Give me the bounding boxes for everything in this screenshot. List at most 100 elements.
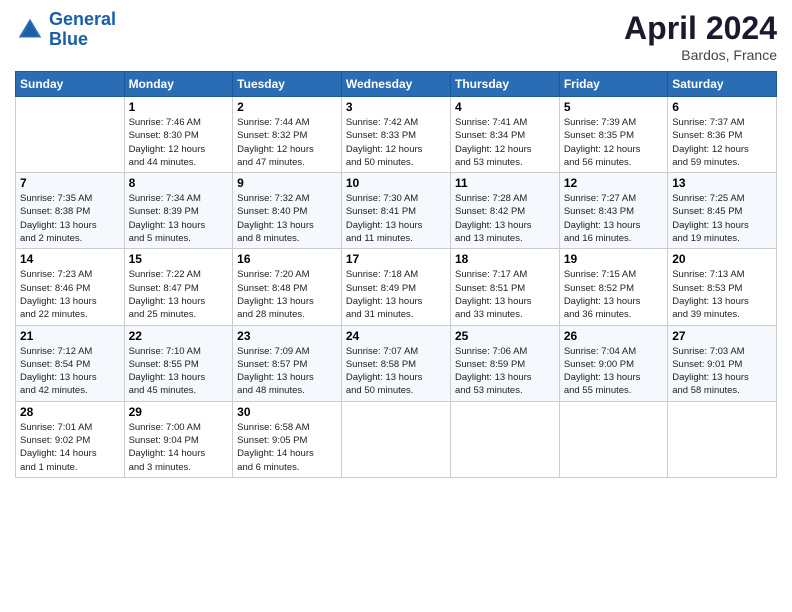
- calendar-cell: 17 Sunrise: 7:18 AM Sunset: 8:49 PM Dayli…: [341, 249, 450, 325]
- day-info: Sunrise: 7:30 AM Sunset: 8:41 PM Dayligh…: [346, 192, 446, 245]
- day-info: Sunrise: 7:18 AM Sunset: 8:49 PM Dayligh…: [346, 268, 446, 321]
- week-row-5: 28 Sunrise: 7:01 AM Sunset: 9:02 PM Dayli…: [16, 401, 777, 477]
- day-number: 12: [564, 176, 663, 190]
- logo: General Blue: [15, 10, 116, 50]
- logo-text: General Blue: [49, 10, 116, 50]
- calendar-cell: 5 Sunrise: 7:39 AM Sunset: 8:35 PM Daylig…: [559, 97, 667, 173]
- calendar-cell: 1Sunrise: 7:46 AM Sunset: 8:30 PM Daylig…: [124, 97, 233, 173]
- day-number: 6: [672, 100, 772, 114]
- calendar-cell: 12 Sunrise: 7:27 AM Sunset: 8:43 PM Dayli…: [559, 173, 667, 249]
- day-info: Sunrise: 7:10 AM Sunset: 8:55 PM Dayligh…: [129, 345, 229, 398]
- calendar-cell: 2 Sunrise: 7:44 AM Sunset: 8:32 PM Daylig…: [233, 97, 342, 173]
- day-number: 29: [129, 405, 229, 419]
- week-row-1: 1Sunrise: 7:46 AM Sunset: 8:30 PM Daylig…: [16, 97, 777, 173]
- day-number: 13: [672, 176, 772, 190]
- day-number: 22: [129, 329, 229, 343]
- calendar-cell: 21 Sunrise: 7:12 AM Sunset: 8:54 PM Dayli…: [16, 325, 125, 401]
- day-info: Sunrise: 7:28 AM Sunset: 8:42 PM Dayligh…: [455, 192, 555, 245]
- calendar-cell: 4Sunrise: 7:41 AM Sunset: 8:34 PM Daylig…: [450, 97, 559, 173]
- day-info: Sunrise: 7:01 AM Sunset: 9:02 PM Dayligh…: [20, 421, 120, 474]
- day-info: Sunrise: 7:23 AM Sunset: 8:46 PM Dayligh…: [20, 268, 120, 321]
- column-header-wednesday: Wednesday: [341, 72, 450, 97]
- calendar-table: SundayMondayTuesdayWednesdayThursdayFrid…: [15, 71, 777, 478]
- calendar-cell: 6Sunrise: 7:37 AM Sunset: 8:36 PM Daylig…: [668, 97, 777, 173]
- day-number: 5: [564, 100, 663, 114]
- calendar-cell: 27Sunrise: 7:03 AM Sunset: 9:01 PM Dayli…: [668, 325, 777, 401]
- day-number: 16: [237, 252, 337, 266]
- calendar-cell: 22 Sunrise: 7:10 AM Sunset: 8:55 PM Dayli…: [124, 325, 233, 401]
- month-title: April 2024: [624, 10, 777, 47]
- calendar-cell: 9 Sunrise: 7:32 AM Sunset: 8:40 PM Daylig…: [233, 173, 342, 249]
- day-info: Sunrise: 7:41 AM Sunset: 8:34 PM Dayligh…: [455, 116, 555, 169]
- day-info: Sunrise: 7:09 AM Sunset: 8:57 PM Dayligh…: [237, 345, 337, 398]
- calendar-cell: 15Sunrise: 7:22 AM Sunset: 8:47 PM Dayli…: [124, 249, 233, 325]
- calendar-cell: [341, 401, 450, 477]
- logo-line1: General: [49, 9, 116, 29]
- day-info: Sunrise: 7:06 AM Sunset: 8:59 PM Dayligh…: [455, 345, 555, 398]
- week-row-2: 7 Sunrise: 7:35 AM Sunset: 8:38 PM Daylig…: [16, 173, 777, 249]
- column-header-sunday: Sunday: [16, 72, 125, 97]
- day-number: 18: [455, 252, 555, 266]
- day-number: 24: [346, 329, 446, 343]
- title-block: April 2024 Bardos, France: [624, 10, 777, 63]
- day-number: 9: [237, 176, 337, 190]
- calendar-cell: 28 Sunrise: 7:01 AM Sunset: 9:02 PM Dayli…: [16, 401, 125, 477]
- calendar-cell: 10 Sunrise: 7:30 AM Sunset: 8:41 PM Dayli…: [341, 173, 450, 249]
- day-info: Sunrise: 7:35 AM Sunset: 8:38 PM Dayligh…: [20, 192, 120, 245]
- calendar-cell: 24 Sunrise: 7:07 AM Sunset: 8:58 PM Dayli…: [341, 325, 450, 401]
- day-number: 20: [672, 252, 772, 266]
- day-number: 10: [346, 176, 446, 190]
- day-info: Sunrise: 7:13 AM Sunset: 8:53 PM Dayligh…: [672, 268, 772, 321]
- day-info: Sunrise: 7:42 AM Sunset: 8:33 PM Dayligh…: [346, 116, 446, 169]
- day-number: 30: [237, 405, 337, 419]
- calendar-cell: 26 Sunrise: 7:04 AM Sunset: 9:00 PM Dayli…: [559, 325, 667, 401]
- day-number: 7: [20, 176, 120, 190]
- day-info: Sunrise: 7:00 AM Sunset: 9:04 PM Dayligh…: [129, 421, 229, 474]
- logo-icon: [15, 15, 45, 45]
- calendar-cell: [450, 401, 559, 477]
- day-info: Sunrise: 7:34 AM Sunset: 8:39 PM Dayligh…: [129, 192, 229, 245]
- calendar-cell: 16 Sunrise: 7:20 AM Sunset: 8:48 PM Dayli…: [233, 249, 342, 325]
- column-header-monday: Monday: [124, 72, 233, 97]
- calendar-cell: 7 Sunrise: 7:35 AM Sunset: 8:38 PM Daylig…: [16, 173, 125, 249]
- day-info: Sunrise: 7:44 AM Sunset: 8:32 PM Dayligh…: [237, 116, 337, 169]
- day-number: 2: [237, 100, 337, 114]
- column-header-thursday: Thursday: [450, 72, 559, 97]
- day-number: 1: [129, 100, 229, 114]
- page-header: General Blue April 2024 Bardos, France: [15, 10, 777, 63]
- calendar-cell: 20 Sunrise: 7:13 AM Sunset: 8:53 PM Dayli…: [668, 249, 777, 325]
- day-number: 28: [20, 405, 120, 419]
- day-info: Sunrise: 7:04 AM Sunset: 9:00 PM Dayligh…: [564, 345, 663, 398]
- day-info: Sunrise: 7:20 AM Sunset: 8:48 PM Dayligh…: [237, 268, 337, 321]
- day-number: 23: [237, 329, 337, 343]
- calendar-cell: 14Sunrise: 7:23 AM Sunset: 8:46 PM Dayli…: [16, 249, 125, 325]
- day-number: 25: [455, 329, 555, 343]
- logo-line2: Blue: [49, 29, 88, 49]
- day-number: 19: [564, 252, 663, 266]
- column-header-saturday: Saturday: [668, 72, 777, 97]
- calendar-cell: 19Sunrise: 7:15 AM Sunset: 8:52 PM Dayli…: [559, 249, 667, 325]
- calendar-cell: 29 Sunrise: 7:00 AM Sunset: 9:04 PM Dayli…: [124, 401, 233, 477]
- day-info: Sunrise: 7:25 AM Sunset: 8:45 PM Dayligh…: [672, 192, 772, 245]
- day-info: Sunrise: 7:32 AM Sunset: 8:40 PM Dayligh…: [237, 192, 337, 245]
- day-info: Sunrise: 7:39 AM Sunset: 8:35 PM Dayligh…: [564, 116, 663, 169]
- day-info: Sunrise: 7:07 AM Sunset: 8:58 PM Dayligh…: [346, 345, 446, 398]
- day-info: Sunrise: 7:03 AM Sunset: 9:01 PM Dayligh…: [672, 345, 772, 398]
- day-info: Sunrise: 7:12 AM Sunset: 8:54 PM Dayligh…: [20, 345, 120, 398]
- calendar-header-row: SundayMondayTuesdayWednesdayThursdayFrid…: [16, 72, 777, 97]
- week-row-4: 21 Sunrise: 7:12 AM Sunset: 8:54 PM Dayli…: [16, 325, 777, 401]
- calendar-cell: [668, 401, 777, 477]
- day-number: 17: [346, 252, 446, 266]
- day-info: Sunrise: 7:27 AM Sunset: 8:43 PM Dayligh…: [564, 192, 663, 245]
- column-header-tuesday: Tuesday: [233, 72, 342, 97]
- day-number: 21: [20, 329, 120, 343]
- calendar-cell: 13 Sunrise: 7:25 AM Sunset: 8:45 PM Dayli…: [668, 173, 777, 249]
- day-info: Sunrise: 6:58 AM Sunset: 9:05 PM Dayligh…: [237, 421, 337, 474]
- calendar-cell: 25 Sunrise: 7:06 AM Sunset: 8:59 PM Dayli…: [450, 325, 559, 401]
- day-number: 26: [564, 329, 663, 343]
- location: Bardos, France: [624, 47, 777, 63]
- calendar-cell: 30 Sunrise: 6:58 AM Sunset: 9:05 PM Dayli…: [233, 401, 342, 477]
- calendar-cell: 3Sunrise: 7:42 AM Sunset: 8:33 PM Daylig…: [341, 97, 450, 173]
- calendar-cell: 23 Sunrise: 7:09 AM Sunset: 8:57 PM Dayli…: [233, 325, 342, 401]
- day-info: Sunrise: 7:17 AM Sunset: 8:51 PM Dayligh…: [455, 268, 555, 321]
